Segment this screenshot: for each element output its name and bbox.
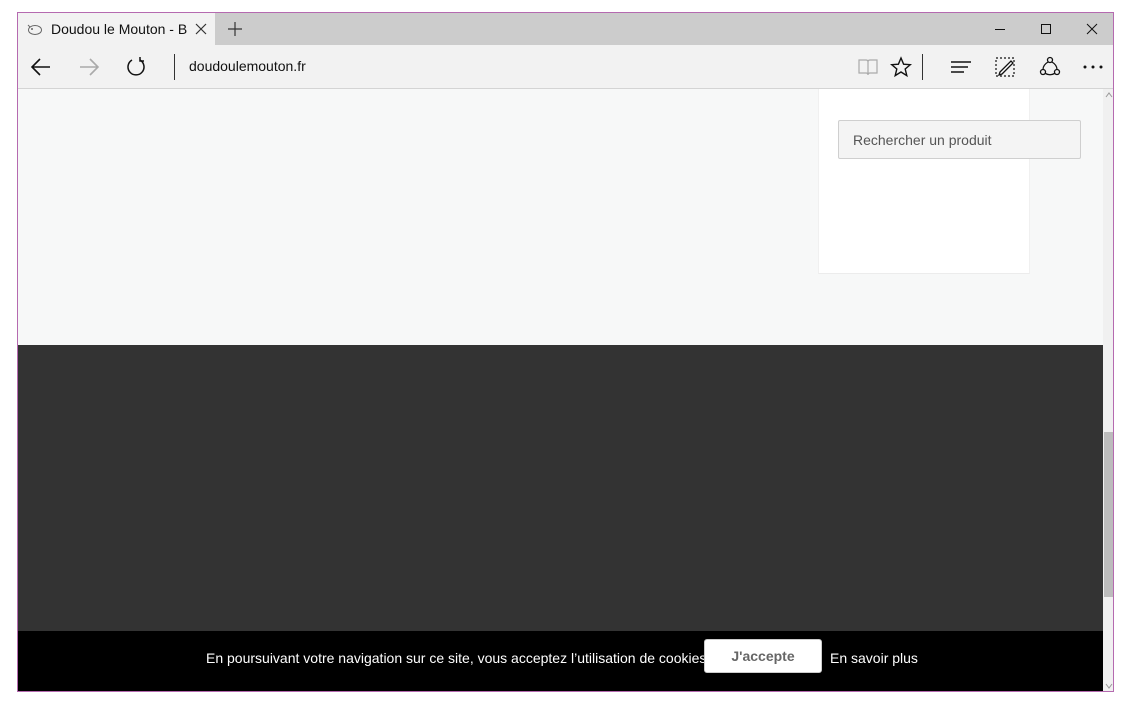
hub-button[interactable] (949, 55, 973, 79)
minimize-button[interactable] (977, 13, 1023, 45)
vertical-scrollbar[interactable] (1103, 89, 1113, 691)
tab-bar: Doudou le Mouton - Bo (18, 13, 1113, 45)
tab-title: Doudou le Mouton - Bo (51, 21, 187, 37)
address-separator (174, 54, 175, 80)
favorites-star-icon (890, 56, 912, 78)
page-viewport: En poursuivant votre navigation sur ce s… (18, 89, 1103, 691)
address-bar[interactable]: doudoulemouton.fr (189, 58, 306, 74)
hub-icon (951, 61, 971, 73)
cookie-message: En poursuivant votre navigation sur ce s… (206, 650, 711, 666)
browser-window: Doudou le Mouton - Bo doudoulemouton.fr … (17, 12, 1114, 692)
more-button[interactable] (1081, 55, 1105, 79)
toolbar-separator (922, 54, 923, 80)
refresh-icon (127, 57, 145, 76)
close-window-icon (1086, 23, 1098, 35)
back-button[interactable] (29, 55, 53, 79)
new-tab-icon[interactable] (227, 21, 243, 37)
refresh-button[interactable] (124, 55, 148, 79)
back-icon (30, 58, 50, 76)
search-widget (818, 89, 1030, 274)
minimize-icon (995, 29, 1005, 30)
favorites-button[interactable] (889, 55, 913, 79)
scroll-up-icon[interactable] (1103, 89, 1113, 101)
accept-cookies-button[interactable]: J'accepte (704, 639, 822, 673)
more-icon (1083, 65, 1103, 69)
reading-view-button[interactable] (856, 55, 880, 79)
product-search-input[interactable] (838, 120, 1081, 159)
scroll-down-icon[interactable] (1103, 680, 1113, 691)
web-note-icon (995, 57, 1015, 77)
web-note-button[interactable] (993, 55, 1017, 79)
reading-view-icon (858, 59, 878, 76)
close-tab-icon[interactable] (194, 22, 208, 36)
maximize-button[interactable] (1023, 13, 1069, 45)
close-window-button[interactable] (1069, 13, 1113, 45)
favicon-icon (27, 24, 42, 35)
active-tab[interactable]: Doudou le Mouton - Bo (18, 13, 215, 45)
share-button[interactable] (1038, 55, 1062, 79)
site-footer (18, 345, 1103, 635)
cookie-banner: En poursuivant votre navigation sur ce s… (18, 631, 1103, 691)
scrollbar-thumb[interactable] (1104, 432, 1113, 597)
learn-more-link[interactable]: En savoir plus (830, 650, 918, 666)
forward-button[interactable] (77, 55, 101, 79)
maximize-icon (1041, 24, 1051, 34)
share-icon (1039, 56, 1061, 76)
forward-icon (80, 58, 100, 76)
navigation-bar: doudoulemouton.fr (18, 45, 1113, 89)
